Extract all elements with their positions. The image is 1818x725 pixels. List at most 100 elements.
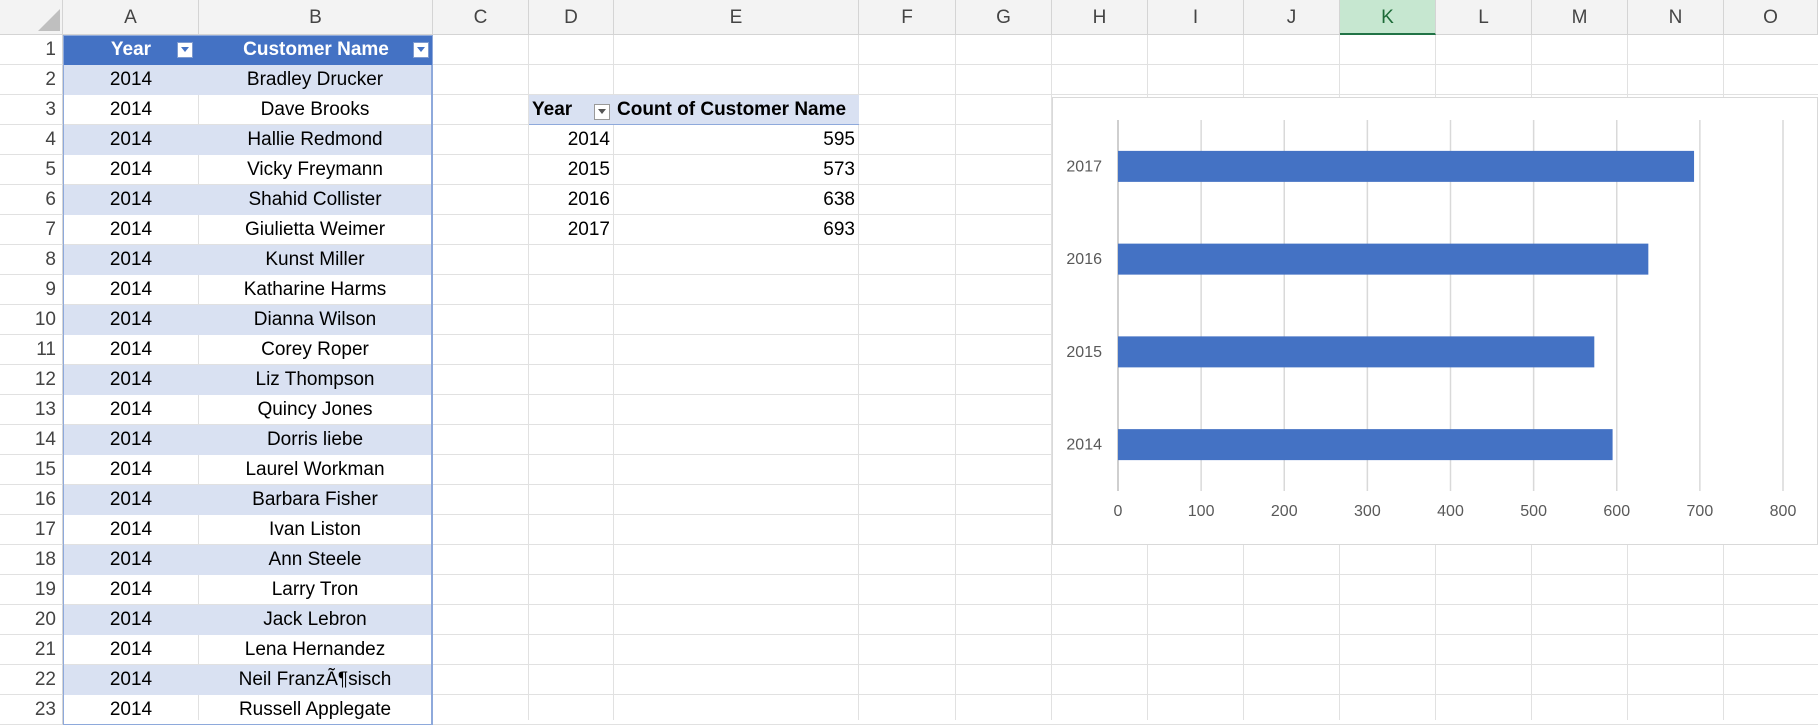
- table-cell-customer-name[interactable]: Lena Hernandez: [199, 635, 433, 665]
- column-header-n[interactable]: N: [1628, 0, 1724, 35]
- table-cell-customer-name[interactable]: Ann Steele: [199, 545, 433, 575]
- row-header-6[interactable]: 6: [0, 185, 63, 215]
- table-cell-customer-name[interactable]: Vicky Freymann: [199, 155, 433, 185]
- row-header-4[interactable]: 4: [0, 125, 63, 155]
- table-cell-year[interactable]: 2014: [63, 545, 199, 575]
- row-header-21[interactable]: 21: [0, 635, 63, 665]
- table-cell-customer-name[interactable]: Laurel Workman: [199, 455, 433, 485]
- table-cell-customer-name[interactable]: Neil FranzÃ¶sisch: [199, 665, 433, 695]
- table-cell-customer-name[interactable]: Liz Thompson: [199, 365, 433, 395]
- pivot-cell-count[interactable]: 693: [614, 215, 859, 245]
- bar-2015[interactable]: [1118, 336, 1595, 368]
- pivot-cell-count[interactable]: 595: [614, 125, 859, 155]
- table-cell-year[interactable]: 2014: [63, 605, 199, 635]
- table-cell-customer-name[interactable]: Quincy Jones: [199, 395, 433, 425]
- table-cell-year[interactable]: 2014: [63, 95, 199, 125]
- table-cell-year[interactable]: 2014: [63, 695, 199, 725]
- select-all-corner[interactable]: [0, 0, 63, 35]
- column-header-l[interactable]: L: [1436, 0, 1532, 35]
- table-cell-year[interactable]: 2014: [63, 275, 199, 305]
- table-cell-customer-name[interactable]: Larry Tron: [199, 575, 433, 605]
- row-header-15[interactable]: 15: [0, 455, 63, 485]
- row-header-22[interactable]: 22: [0, 665, 63, 695]
- column-header-a[interactable]: A: [63, 0, 199, 35]
- table-cell-year[interactable]: 2014: [63, 305, 199, 335]
- bar-2016[interactable]: [1118, 243, 1649, 275]
- table-cell-customer-name[interactable]: Corey Roper: [199, 335, 433, 365]
- bar-2014[interactable]: [1118, 429, 1613, 461]
- column-header-d[interactable]: D: [529, 0, 614, 35]
- pivot-cell-count[interactable]: 573: [614, 155, 859, 185]
- pivot-cell-year[interactable]: 2016: [529, 185, 614, 215]
- pivot-cell-year[interactable]: 2017: [529, 215, 614, 245]
- row-header-1[interactable]: 1: [0, 35, 63, 65]
- table-cell-year[interactable]: 2014: [63, 515, 199, 545]
- pivot-cell-count[interactable]: 638: [614, 185, 859, 215]
- column-header-o[interactable]: O: [1724, 0, 1818, 35]
- column-header-f[interactable]: F: [859, 0, 956, 35]
- bar-2017[interactable]: [1118, 150, 1695, 182]
- row-header-12[interactable]: 12: [0, 365, 63, 395]
- row-header-10[interactable]: 10: [0, 305, 63, 335]
- table-cell-year[interactable]: 2014: [63, 155, 199, 185]
- column-header-i[interactable]: I: [1148, 0, 1244, 35]
- table-cell-customer-name[interactable]: Barbara Fisher: [199, 485, 433, 515]
- column-header-j[interactable]: J: [1244, 0, 1340, 35]
- table-cell-year[interactable]: 2014: [63, 125, 199, 155]
- table-cell-year[interactable]: 2014: [63, 215, 199, 245]
- pivot-cell-year[interactable]: 2015: [529, 155, 614, 185]
- table-cell-customer-name[interactable]: Ivan Liston: [199, 515, 433, 545]
- table-cell-year[interactable]: 2014: [63, 635, 199, 665]
- pivot-cell-year[interactable]: 2014: [529, 125, 614, 155]
- column-header-g[interactable]: G: [956, 0, 1052, 35]
- filter-dropdown-icon[interactable]: [413, 42, 429, 58]
- table-cell-customer-name[interactable]: Dianna Wilson: [199, 305, 433, 335]
- pivot-filter-icon[interactable]: [594, 104, 610, 120]
- column-header-m[interactable]: M: [1532, 0, 1628, 35]
- filter-dropdown-icon[interactable]: [177, 42, 193, 58]
- row-header-19[interactable]: 19: [0, 575, 63, 605]
- table-cell-year[interactable]: 2014: [63, 185, 199, 215]
- pivot-header-count[interactable]: Count of Customer Name: [614, 95, 859, 125]
- table-cell-year[interactable]: 2014: [63, 365, 199, 395]
- table-cell-year[interactable]: 2014: [63, 455, 199, 485]
- table-cell-customer-name[interactable]: Bradley Drucker: [199, 65, 433, 95]
- row-header-8[interactable]: 8: [0, 245, 63, 275]
- table-cell-year[interactable]: 2014: [63, 335, 199, 365]
- table-cell-year[interactable]: 2014: [63, 575, 199, 605]
- table-cell-year[interactable]: 2014: [63, 485, 199, 515]
- row-header-16[interactable]: 16: [0, 485, 63, 515]
- row-header-20[interactable]: 20: [0, 605, 63, 635]
- table-cell-year[interactable]: 2014: [63, 425, 199, 455]
- table-cell-customer-name[interactable]: Hallie Redmond: [199, 125, 433, 155]
- row-header-7[interactable]: 7: [0, 215, 63, 245]
- column-header-c[interactable]: C: [433, 0, 529, 35]
- table-cell-customer-name[interactable]: Shahid Collister: [199, 185, 433, 215]
- table-cell-year[interactable]: 2014: [63, 665, 199, 695]
- column-header-h[interactable]: H: [1052, 0, 1148, 35]
- table-cell-year[interactable]: 2014: [63, 395, 199, 425]
- row-header-5[interactable]: 5: [0, 155, 63, 185]
- table-cell-customer-name[interactable]: Kunst Miller: [199, 245, 433, 275]
- row-header-23[interactable]: 23: [0, 695, 63, 725]
- column-header-b[interactable]: B: [199, 0, 433, 35]
- table-cell-customer-name[interactable]: Dorris liebe: [199, 425, 433, 455]
- row-header-13[interactable]: 13: [0, 395, 63, 425]
- column-header-k[interactable]: K: [1340, 0, 1436, 35]
- table-header-customer-name[interactable]: Customer Name: [199, 35, 433, 65]
- table-cell-customer-name[interactable]: Katharine Harms: [199, 275, 433, 305]
- row-header-11[interactable]: 11: [0, 335, 63, 365]
- row-header-2[interactable]: 2: [0, 65, 63, 95]
- table-cell-customer-name[interactable]: Russell Applegate: [199, 695, 433, 725]
- table-cell-year[interactable]: 2014: [63, 245, 199, 275]
- table-cell-customer-name[interactable]: Dave Brooks: [199, 95, 433, 125]
- bar-chart[interactable]: 0 100 200 300 400 500 600 700 800 2014 2015 2016 201…: [1052, 97, 1818, 545]
- row-header-18[interactable]: 18: [0, 545, 63, 575]
- column-header-e[interactable]: E: [614, 0, 859, 35]
- table-cell-customer-name[interactable]: Jack Lebron: [199, 605, 433, 635]
- table-cell-year[interactable]: 2014: [63, 65, 199, 95]
- table-cell-customer-name[interactable]: Giulietta Weimer: [199, 215, 433, 245]
- row-header-17[interactable]: 17: [0, 515, 63, 545]
- row-header-14[interactable]: 14: [0, 425, 63, 455]
- row-header-9[interactable]: 9: [0, 275, 63, 305]
